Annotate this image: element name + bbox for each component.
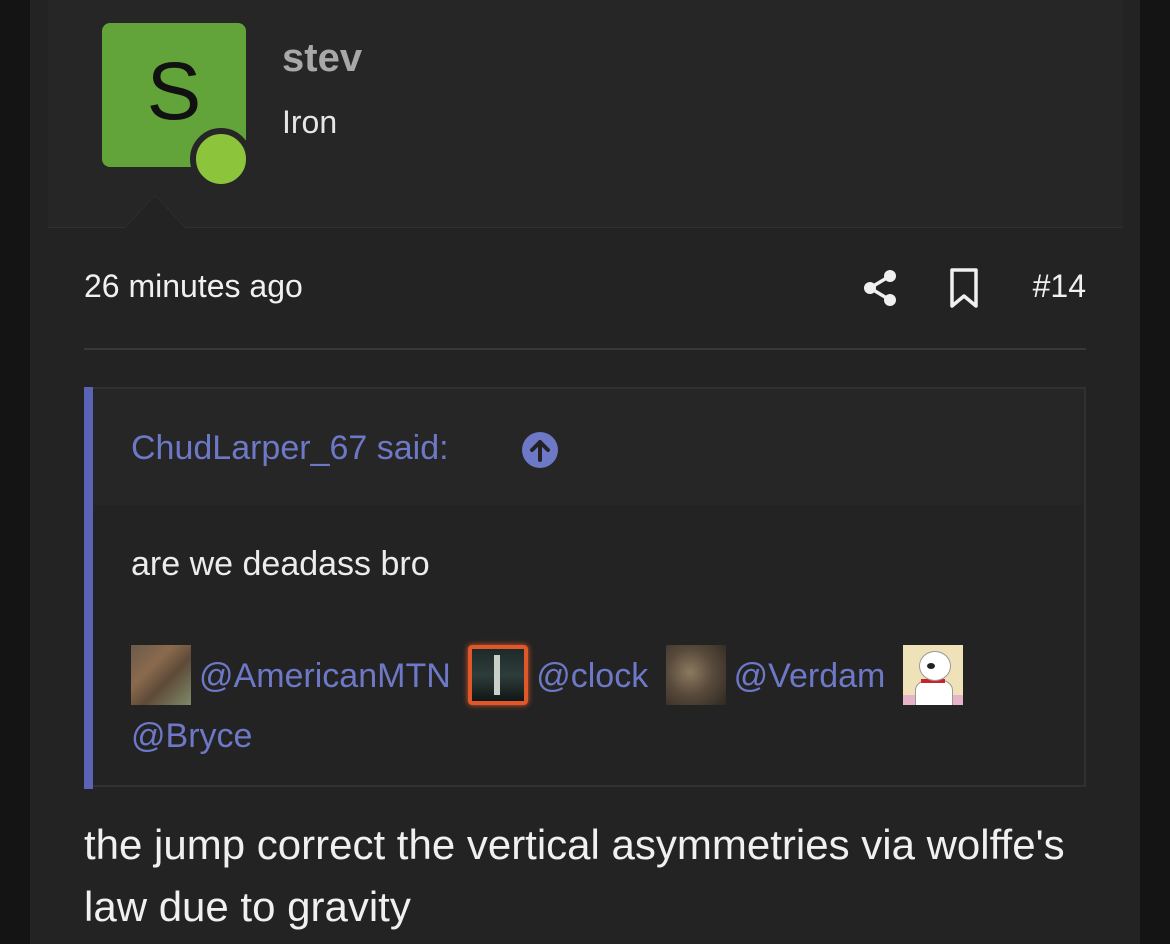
verdam-avatar (665, 645, 726, 705)
quote-header: ChudLarper_67 said: (93, 389, 1084, 505)
bookmark-icon[interactable] (944, 266, 984, 310)
post-container: S stev Iron 26 minutes ago #14 ChudLarpe… (30, 0, 1140, 944)
mention-handle: @Verdam (733, 657, 886, 695)
user-block-pointer (125, 196, 185, 228)
mention-verdam[interactable]: @Verdam (665, 645, 886, 706)
quote-accent-bar (84, 387, 93, 789)
post-timestamp[interactable]: 26 minutes ago (84, 268, 303, 305)
post-number-link[interactable]: #14 (1033, 268, 1086, 305)
divider (84, 348, 1086, 350)
arrow-up-circle-icon[interactable] (521, 431, 559, 469)
quote-block: ChudLarper_67 said: are we deadass bro @… (84, 387, 1086, 789)
quote-text: are we deadass bro (131, 545, 430, 583)
mention-americanmtn[interactable]: @AmericanMTN (131, 645, 451, 706)
post-meta-row: 26 minutes ago #14 (84, 266, 1086, 310)
avatar-letter: S (146, 46, 202, 137)
clock-avatar (468, 645, 529, 705)
highland-cow-avatar (131, 645, 191, 705)
mention-bryce[interactable]: @Bryce (131, 706, 252, 766)
mention-handle: @clock (536, 657, 649, 695)
user-title: Iron (282, 104, 338, 140)
mention-handle: @Bryce (131, 717, 253, 755)
mention-clock[interactable]: @clock (468, 645, 648, 706)
post-user-block: S stev Iron (48, 0, 1123, 228)
online-status-indicator (190, 128, 252, 190)
quote-author-link[interactable]: ChudLarper_67 said: (131, 429, 449, 468)
post-body-text: the jump correct the vertical asymmetrie… (84, 821, 1065, 930)
share-icon[interactable] (860, 266, 900, 310)
cartoon-dog-avatar[interactable] (902, 645, 963, 705)
mention-handle: @AmericanMTN (199, 657, 451, 695)
username[interactable]: stev (282, 36, 362, 81)
mention-list: @AmericanMTN @clock @Verdam @Bryce (131, 645, 1011, 766)
